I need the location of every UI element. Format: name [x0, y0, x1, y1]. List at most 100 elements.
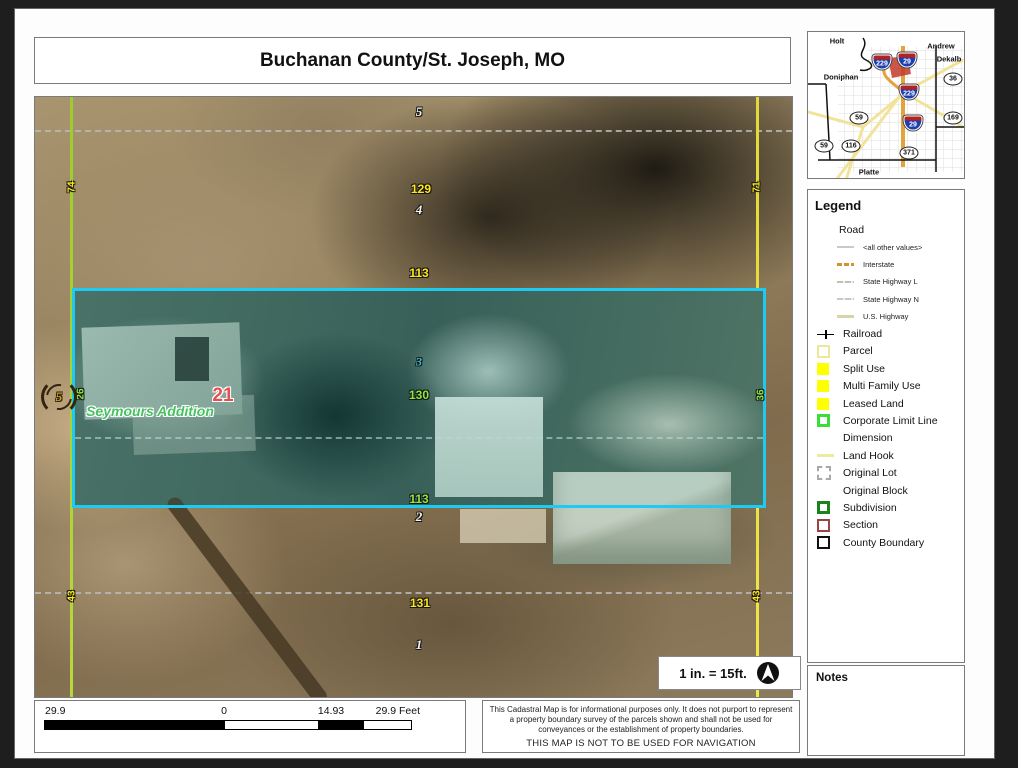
legend-line-interstate-icon	[837, 263, 856, 266]
us-highway-shield-icon: 59	[815, 140, 834, 153]
legend-item: Parcel	[815, 343, 964, 360]
legend-item: <all other values>	[815, 238, 964, 255]
legend-item-label: <all other values>	[863, 243, 922, 252]
map-label: 43	[752, 590, 763, 601]
us-highway-shield-icon: 59	[850, 112, 869, 125]
block-dashed-line	[35, 130, 792, 132]
legend-item-label: Road	[839, 224, 864, 236]
legend-line-gray-icon	[837, 246, 856, 248]
legend-origlot-icon	[817, 466, 835, 480]
locator-town-label: Holt	[830, 37, 845, 46]
map-label: 4	[416, 202, 423, 218]
scalebar-segment	[364, 721, 411, 729]
map-label: 43	[67, 590, 78, 601]
scalebar-segment	[225, 721, 318, 729]
legend-item: Dimension	[815, 430, 964, 447]
legend-item-label: State Highway L	[863, 277, 918, 286]
map-label: 21	[212, 385, 233, 407]
legend-item: Multi Family Use	[815, 378, 964, 395]
legend-item-label: Original Block	[843, 485, 908, 497]
legend-item-label: State Highway N	[863, 295, 919, 304]
swatch	[817, 519, 830, 532]
swatch	[817, 345, 830, 358]
map-label: 3	[416, 355, 422, 370]
us-highway-shield-icon: 371	[900, 147, 919, 160]
legend-item: Original Block	[815, 482, 964, 499]
map-label: 113	[409, 266, 428, 280]
locator-town-label: Dekalb	[937, 55, 962, 64]
scalebar: 29.9 0 14.93 29.9 Feet	[34, 700, 466, 753]
disclaimer-warning: THIS MAP IS NOT TO BE USED FOR NAVIGATIO…	[489, 738, 793, 749]
legend-item-label: Multi Family Use	[843, 380, 921, 392]
locator-map: 2292922929365916959116371HoltAndrewDekal…	[807, 31, 965, 179]
section-marker-icon: 5	[41, 379, 77, 415]
swatch	[817, 454, 834, 457]
swatch	[817, 398, 829, 410]
driveway	[165, 494, 330, 697]
legend-item-label: Corporate Limit Line	[843, 415, 938, 427]
disclaimer: This Cadastral Map is for informational …	[482, 700, 800, 753]
swatch	[817, 414, 830, 427]
legend-item: Split Use	[815, 360, 964, 377]
legend-item: Section	[815, 517, 964, 534]
legend-item: Original Lot	[815, 464, 964, 481]
legend-item: State Highway N	[815, 291, 964, 308]
legend-yellow-icon	[817, 398, 835, 410]
legend-item: Road	[815, 221, 964, 238]
legend-line-us-icon	[837, 315, 856, 318]
swatch	[817, 330, 834, 339]
scalebar-right-label: 29.9 Feet	[376, 705, 420, 717]
legend-item-label: Section	[843, 519, 878, 531]
section-number: 5	[41, 379, 77, 415]
legend-item: Land Hook	[815, 447, 964, 464]
block-dashed-line	[35, 592, 792, 594]
swatch	[837, 298, 854, 300]
legend-item: Corporate Limit Line	[815, 412, 964, 429]
aerial-map-canvas[interactable]: 5129411331301132131121Seymours Addition7…	[35, 97, 792, 697]
notes-title: Notes	[816, 672, 956, 684]
map-label: 1	[416, 637, 423, 653]
page-title: Buchanan County/St. Joseph, MO	[260, 50, 565, 72]
north-arrow-icon	[756, 661, 780, 685]
map-sheet: Buchanan County/St. Joseph, MO 512941133…	[14, 8, 995, 759]
cadastral-map-page: Buchanan County/St. Joseph, MO 512941133…	[0, 0, 1018, 768]
scalebar-bar	[44, 720, 412, 730]
legend-item: State Highway L	[815, 273, 964, 290]
notes-panel: Notes	[807, 665, 965, 756]
legend-subdiv-icon	[817, 501, 835, 514]
legend-item-label: Original Lot	[843, 467, 897, 479]
map-label: 5	[416, 104, 423, 120]
legend-item-label: Split Use	[843, 363, 885, 375]
title-bar: Buchanan County/St. Joseph, MO	[34, 37, 791, 84]
swatch	[837, 315, 854, 318]
scalebar-segment	[45, 721, 225, 729]
legend-item-label: U.S. Highway	[863, 312, 908, 321]
legend-item-label: Railroad	[843, 328, 882, 340]
map-label: 130	[409, 388, 429, 402]
legend-item-label: Leased Land	[843, 398, 904, 410]
scale-indicator: 1 in. = 15ft.	[658, 656, 801, 690]
swatch	[837, 263, 854, 266]
legend-item-label: Subdivision	[843, 502, 897, 514]
map-label: 74	[67, 181, 78, 192]
map-label: 2	[416, 509, 423, 525]
map-frame: 5129411331301132131121Seymours Addition7…	[34, 96, 793, 698]
legend-section-icon	[817, 519, 835, 532]
us-highway-shield-icon: 169	[944, 112, 963, 125]
legend-line-hwyN-icon	[837, 298, 856, 300]
scalebar-mid-label: 14.93	[318, 705, 344, 717]
parcel-dashed-line	[75, 437, 763, 439]
legend-items: Road<all other values>InterstateState Hi…	[815, 221, 964, 551]
legend-item: Leased Land	[815, 395, 964, 412]
swatch	[817, 536, 830, 549]
legend-item-label: Land Hook	[843, 450, 894, 462]
legend-title: Legend	[815, 198, 964, 213]
building-shed	[460, 509, 546, 543]
legend-railroad-icon	[817, 330, 835, 339]
legend-item-label: Parcel	[843, 345, 873, 357]
legend-corp-icon	[817, 414, 835, 427]
legend-line-hwyL-icon	[837, 281, 856, 283]
us-highway-shield-icon: 36	[944, 73, 963, 86]
map-label: 131	[410, 596, 430, 610]
map-label: 26	[76, 388, 87, 399]
